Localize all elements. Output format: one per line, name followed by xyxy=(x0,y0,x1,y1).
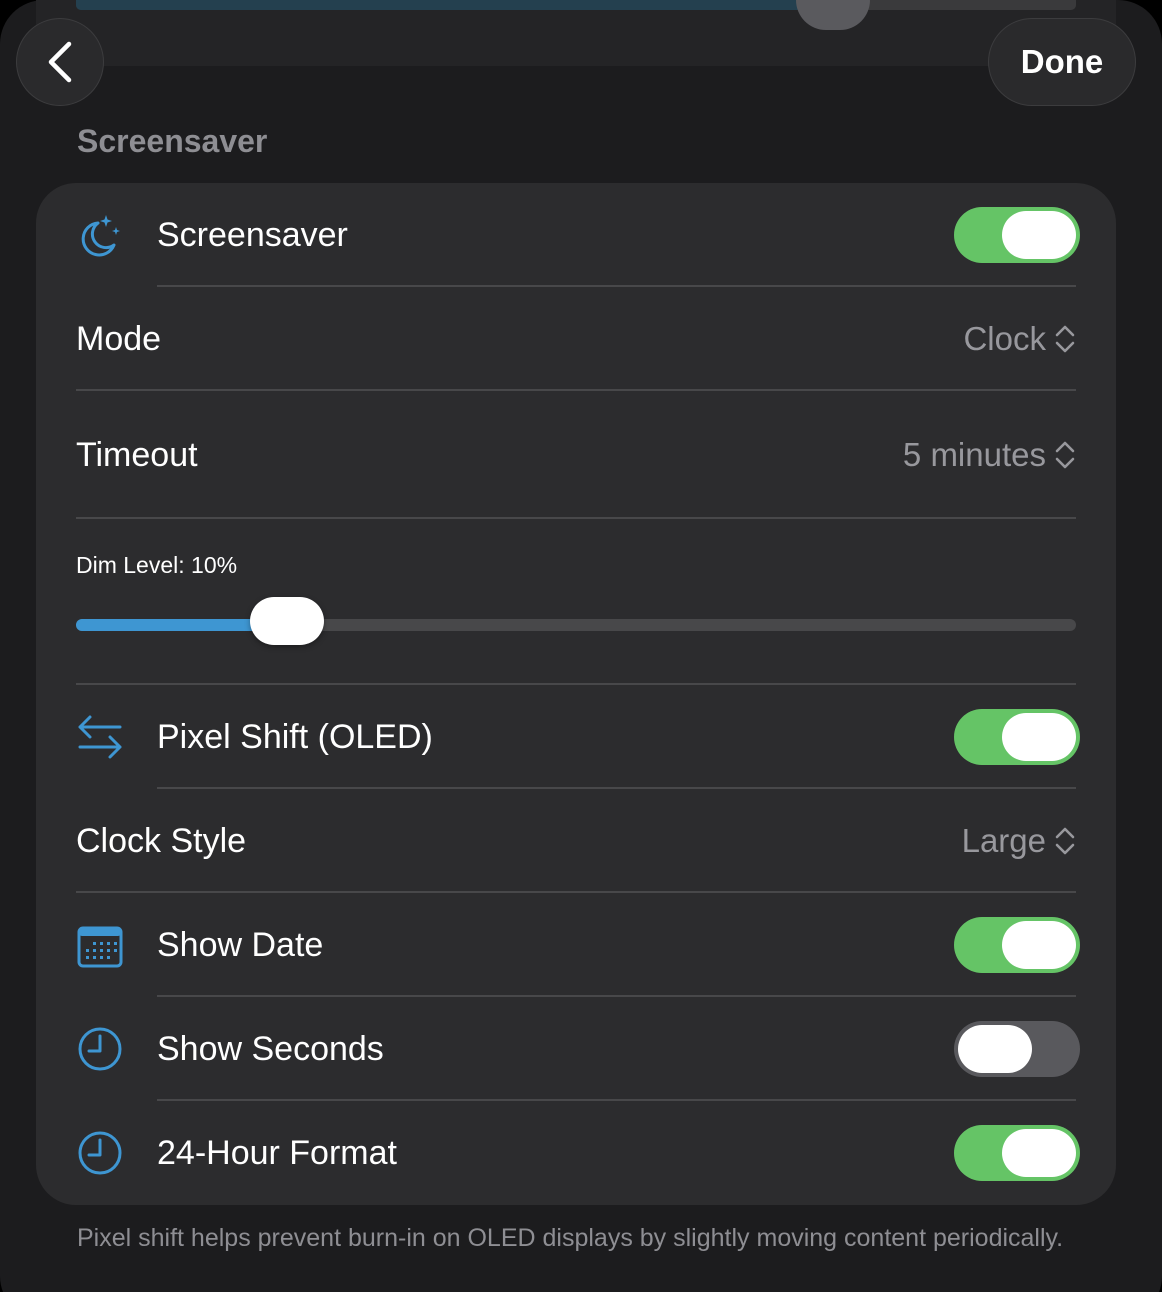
done-button[interactable]: Done xyxy=(988,18,1136,106)
show-seconds-toggle[interactable] xyxy=(954,1021,1080,1077)
clock-icon xyxy=(78,1027,122,1071)
moon-stars-icon xyxy=(81,215,120,257)
toggle-knob xyxy=(1002,713,1076,761)
24-hour-format-label: 24-Hour Format xyxy=(157,1134,397,1172)
toggle-knob xyxy=(1002,211,1076,259)
row-timeout[interactable]: Timeout 5 minutes xyxy=(36,391,1116,519)
24-hour-format-toggle[interactable] xyxy=(954,1125,1080,1181)
timeout-label: Timeout xyxy=(76,436,198,474)
show-date-toggle[interactable] xyxy=(954,917,1080,973)
clock-style-value: Large xyxy=(961,822,1046,859)
settings-sheet: Done Screensaver Screensaver Mode Clock xyxy=(0,0,1162,1292)
row-pixel-shift: Pixel Shift (OLED) xyxy=(36,685,1116,789)
toggle-knob xyxy=(958,1025,1032,1073)
row-clock-style[interactable]: Clock Style Large xyxy=(36,789,1116,893)
screensaver-label: Screensaver xyxy=(157,216,348,254)
toggle-knob xyxy=(1002,921,1076,969)
row-screensaver: Screensaver xyxy=(36,183,1116,287)
timeout-picker[interactable]: 5 minutes xyxy=(903,436,1076,474)
row-show-seconds: Show Seconds xyxy=(36,997,1116,1101)
pixel-shift-label: Pixel Shift (OLED) xyxy=(157,718,433,756)
dim-level-knob[interactable] xyxy=(250,597,324,645)
calendar-icon xyxy=(77,926,123,968)
dim-level-label: Dim Level: 10% xyxy=(76,552,238,578)
clock-icon xyxy=(78,1131,122,1175)
chevron-left-icon xyxy=(48,41,72,83)
toggle-knob xyxy=(1002,1129,1076,1177)
chevron-up-down-icon xyxy=(1055,325,1075,353)
mode-value: Clock xyxy=(963,320,1046,357)
done-label: Done xyxy=(1020,43,1104,80)
section-header: Screensaver xyxy=(77,123,268,159)
screensaver-toggle[interactable] xyxy=(954,207,1080,263)
row-dim-level: Dim Level: 10% xyxy=(36,519,1116,685)
top-slider-track[interactable] xyxy=(76,0,1076,10)
row-24-hour-format: 24-Hour Format xyxy=(36,1101,1116,1205)
chevron-up-down-icon xyxy=(1055,827,1075,855)
chevron-up-down-icon xyxy=(1055,441,1075,469)
mode-label: Mode xyxy=(76,320,162,358)
pixel-shift-toggle[interactable] xyxy=(954,709,1080,765)
top-slider-fill xyxy=(76,0,836,10)
arrows-left-right-icon xyxy=(78,715,122,759)
clock-style-picker[interactable]: Large xyxy=(962,822,1076,860)
dim-level-slider[interactable] xyxy=(76,597,1076,645)
show-seconds-label: Show Seconds xyxy=(157,1030,384,1068)
show-date-label: Show Date xyxy=(157,926,324,964)
settings-card: Screensaver Mode Clock Timeout 5 minutes xyxy=(36,183,1116,1205)
back-button[interactable] xyxy=(16,18,104,106)
clock-style-label: Clock Style xyxy=(76,822,247,860)
row-show-date: Show Date xyxy=(36,893,1116,997)
mode-picker[interactable]: Clock xyxy=(963,320,1076,358)
row-mode[interactable]: Mode Clock xyxy=(36,287,1116,391)
timeout-value: 5 minutes xyxy=(902,436,1046,473)
footer-note: Pixel shift helps prevent burn-in on OLE… xyxy=(77,1224,1064,1252)
